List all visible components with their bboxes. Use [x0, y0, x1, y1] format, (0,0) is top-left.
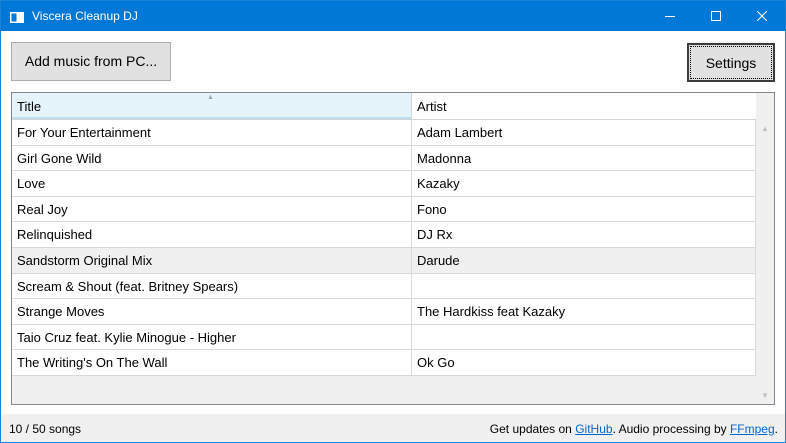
column-header-title[interactable]: Title ▲	[12, 93, 412, 119]
artist-cell	[412, 273, 756, 299]
grid-header: Title ▲ Artist	[12, 93, 756, 120]
add-music-button[interactable]: Add music from PC...	[11, 42, 171, 81]
artist-cell: DJ Rx	[412, 222, 756, 248]
artist-cell: Kazaky	[412, 171, 756, 197]
artist-cell: Ok Go	[412, 350, 756, 376]
settings-button[interactable]: Settings	[687, 43, 775, 82]
sort-ascending-icon: ▲	[207, 94, 214, 101]
artist-cell	[412, 324, 756, 350]
title-cell: The Writing's On The Wall	[12, 350, 412, 376]
client-area: Add music from PC... Settings Title ▲ Ar…	[1, 31, 785, 442]
vertical-scrollbar[interactable]: ▲ ▼	[757, 93, 774, 404]
status-credits: Get updates on GitHub. Audio processing …	[490, 422, 778, 436]
scroll-down-icon[interactable]: ▼	[761, 392, 769, 400]
window-title: Viscera Cleanup DJ	[32, 9, 138, 23]
table-row[interactable]: Taio Cruz feat. Kylie Minogue - Higher	[12, 324, 756, 351]
close-button[interactable]	[739, 1, 785, 31]
github-link[interactable]: GitHub	[575, 422, 612, 436]
table-row[interactable]: Girl Gone Wild Madonna	[12, 145, 756, 172]
close-icon	[757, 11, 767, 21]
artist-cell: Madonna	[412, 145, 756, 171]
title-cell: Scream & Shout (feat. Britney Spears)	[12, 273, 412, 299]
artist-cell: Darude	[412, 247, 756, 273]
scroll-up-icon[interactable]: ▲	[761, 125, 769, 133]
column-header-artist[interactable]: Artist	[412, 93, 756, 119]
artist-cell: Adam Lambert	[412, 120, 756, 145]
status-bar: 10 / 50 songs Get updates on GitHub. Aud…	[1, 414, 785, 442]
table-row[interactable]: Relinquished DJ Rx	[12, 222, 756, 248]
title-cell: Real Joy	[12, 196, 412, 222]
app-window-icon	[10, 10, 24, 23]
status-end-text: .	[774, 422, 778, 436]
title-cell: Strange Moves	[12, 299, 412, 325]
table-row[interactable]: Strange Moves The Hardkiss feat Kazaky	[12, 299, 756, 325]
app-window: Viscera Cleanup DJ Add music from PC... …	[0, 0, 786, 443]
column-header-title-label: Title	[17, 99, 42, 114]
minimize-icon	[665, 16, 675, 17]
title-cell: Relinquished	[12, 222, 412, 248]
artist-cell: Fono	[412, 196, 756, 222]
title-bar[interactable]: Viscera Cleanup DJ	[1, 1, 785, 31]
table-row[interactable]: The Writing's On The Wall Ok Go	[12, 350, 756, 376]
table-row[interactable]: Scream & Shout (feat. Britney Spears)	[12, 273, 756, 300]
title-cell: Girl Gone Wild	[12, 145, 412, 171]
maximize-button[interactable]	[693, 1, 739, 31]
ffmpeg-link[interactable]: FFmpeg	[730, 422, 775, 436]
maximize-icon	[711, 11, 721, 21]
artist-cell: The Hardkiss feat Kazaky	[412, 299, 756, 325]
grid-rows: For Your Entertainment Adam Lambert Girl…	[12, 120, 756, 376]
table-row[interactable]: Real Joy Fono	[12, 196, 756, 223]
songs-grid[interactable]: Title ▲ Artist For Your Entertainment Ad…	[11, 92, 775, 405]
title-cell: Love	[12, 171, 412, 197]
title-cell: Sandstorm Original Mix	[12, 247, 412, 273]
table-row-selected[interactable]: Sandstorm Original Mix Darude	[12, 247, 756, 274]
title-cell: Taio Cruz feat. Kylie Minogue - Higher	[12, 324, 412, 350]
title-cell: For Your Entertainment	[12, 120, 412, 145]
table-row[interactable]: Love Kazaky	[12, 171, 756, 197]
song-count: 10 / 50 songs	[9, 422, 82, 436]
table-row[interactable]: For Your Entertainment Adam Lambert	[12, 120, 756, 146]
audio-processing-text: . Audio processing by	[612, 422, 730, 436]
minimize-button[interactable]	[647, 1, 693, 31]
updates-text: Get updates on	[489, 422, 576, 436]
